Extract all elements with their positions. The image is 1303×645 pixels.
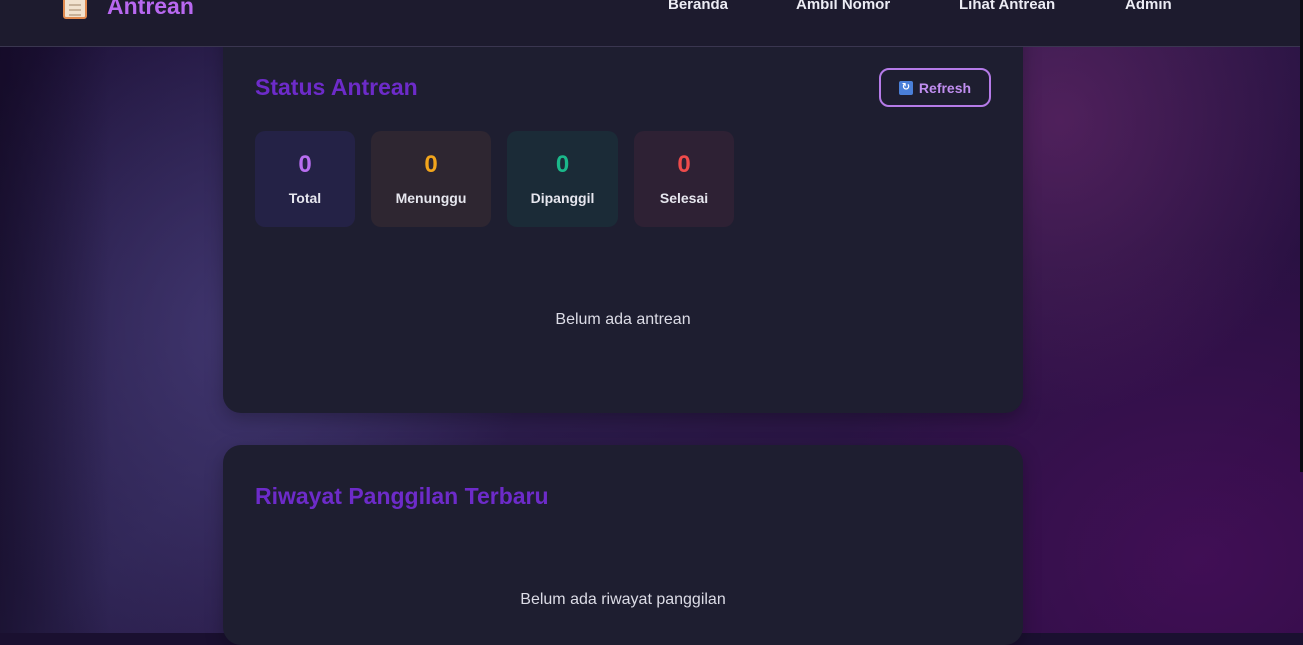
refresh-button[interactable]: ↻ Refresh [879,68,991,107]
history-empty-message: Belum ada riwayat panggilan [520,591,726,608]
call-history-card: Riwayat Panggilan Terbaru Belum ada riwa… [223,445,1023,645]
queue-empty-message: Belum ada antrean [555,311,691,328]
stat-value: 0 [298,151,312,178]
stat-total: 0 Total [255,131,355,227]
call-history-title: Riwayat Panggilan Terbaru [255,483,549,509]
stat-label: Selesai [659,190,709,206]
stat-label: Total [288,190,322,206]
stat-called: 0 Dipanggil [507,131,618,227]
stat-label: Dipanggil [530,190,595,206]
nav-link-ambil-nomor[interactable]: Ambil Nomor [796,0,890,15]
queue-status-title: Status Antrean [255,74,418,100]
brand-title: Antrean [107,0,194,19]
stat-waiting: 0 Menunggu [371,131,491,227]
nav-link-beranda[interactable]: Beranda [668,0,728,15]
navbar: Antrean Beranda Ambil Nomor Lihat Antrea… [0,0,1300,47]
stat-label: Menunggu [395,190,467,206]
background-shade [0,47,110,633]
stat-value: 0 [677,151,691,178]
refresh-icon: ↻ [898,80,913,95]
queue-status-card: Status Antrean ↻ Refresh 0 Total 0 Menun… [223,30,1023,413]
stat-value: 0 [555,151,570,178]
refresh-label: Refresh [918,79,972,96]
brand[interactable]: Antrean [63,0,194,20]
nav-link-admin[interactable]: Admin [1125,0,1172,15]
nav-link-lihat-antrean[interactable]: Lihat Antrean [959,0,1055,15]
stat-done: 0 Selesai [634,131,734,227]
document-icon [63,0,87,19]
stat-value: 0 [424,151,438,178]
